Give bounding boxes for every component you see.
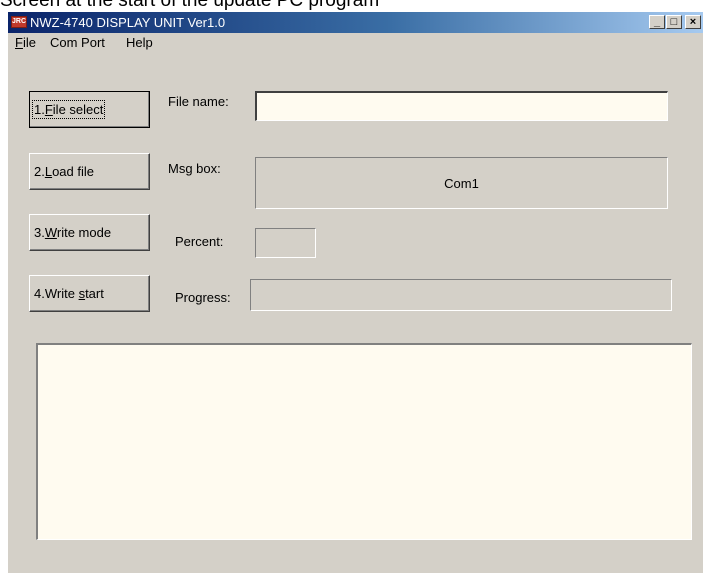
write-start-button[interactable]: 4.Write start xyxy=(29,275,150,312)
btn-rest: ile select xyxy=(52,102,104,117)
file-name-label: File name: xyxy=(168,94,229,109)
msg-box-value: Com1 xyxy=(444,175,479,191)
close-button[interactable]: × xyxy=(685,15,701,29)
btn-rest: tart xyxy=(85,286,104,301)
percent-label: Percent: xyxy=(175,234,224,249)
msg-box-label: Msg box: xyxy=(168,161,221,176)
load-file-label: 2.Load file xyxy=(34,164,94,179)
file-select-button[interactable]: 1.File select xyxy=(29,91,150,128)
progress-bar xyxy=(250,279,672,311)
btn-rest: rite mode xyxy=(56,225,112,240)
file-name-value xyxy=(257,93,667,120)
app-window: JRC NWZ-4740 DISPLAY UNIT Ver1.0 _ □ × F… xyxy=(7,11,703,573)
menu-file[interactable]: File xyxy=(15,33,36,53)
btn-rest: oad file xyxy=(52,164,94,179)
menu-help[interactable]: Help xyxy=(126,33,153,53)
maximize-button[interactable]: □ xyxy=(666,15,682,29)
menu-bar: File Com Port Help xyxy=(8,33,703,53)
percent-value xyxy=(256,229,315,257)
write-mode-button[interactable]: 3.Write mode xyxy=(29,214,150,251)
minimize-button[interactable]: _ xyxy=(649,15,665,29)
file-name-input[interactable] xyxy=(255,91,668,121)
window-title: NWZ-4740 DISPLAY UNIT Ver1.0 xyxy=(30,15,226,30)
menu-file-mnemonic: F xyxy=(15,35,23,50)
load-file-button[interactable]: 2.Load file xyxy=(29,153,150,190)
msg-box-field: Com1 xyxy=(255,157,668,209)
btn-prefix: 3. xyxy=(34,225,45,240)
btn-prefix: 1. xyxy=(34,102,45,117)
menu-file-label: ile xyxy=(22,35,36,50)
btn-prefix: 4.Write xyxy=(34,286,79,301)
app-logo-icon: JRC xyxy=(11,16,27,28)
log-textarea[interactable] xyxy=(36,343,692,540)
document-caption: Screen at the start of the update PC pro… xyxy=(0,0,380,11)
btn-mnemonic: L xyxy=(44,164,53,179)
btn-mnemonic: F xyxy=(44,102,53,117)
menu-com-port[interactable]: Com Port xyxy=(50,33,105,53)
file-select-label: 1.File select xyxy=(31,100,106,119)
btn-prefix: 2. xyxy=(34,164,45,179)
progress-label: Progress: xyxy=(175,290,231,305)
percent-field xyxy=(255,228,316,258)
write-start-label: 4.Write start xyxy=(34,286,104,301)
title-bar[interactable]: JRC NWZ-4740 DISPLAY UNIT Ver1.0 _ □ × xyxy=(8,12,703,33)
write-mode-label: 3.Write mode xyxy=(34,225,111,240)
btn-mnemonic: W xyxy=(44,225,57,240)
